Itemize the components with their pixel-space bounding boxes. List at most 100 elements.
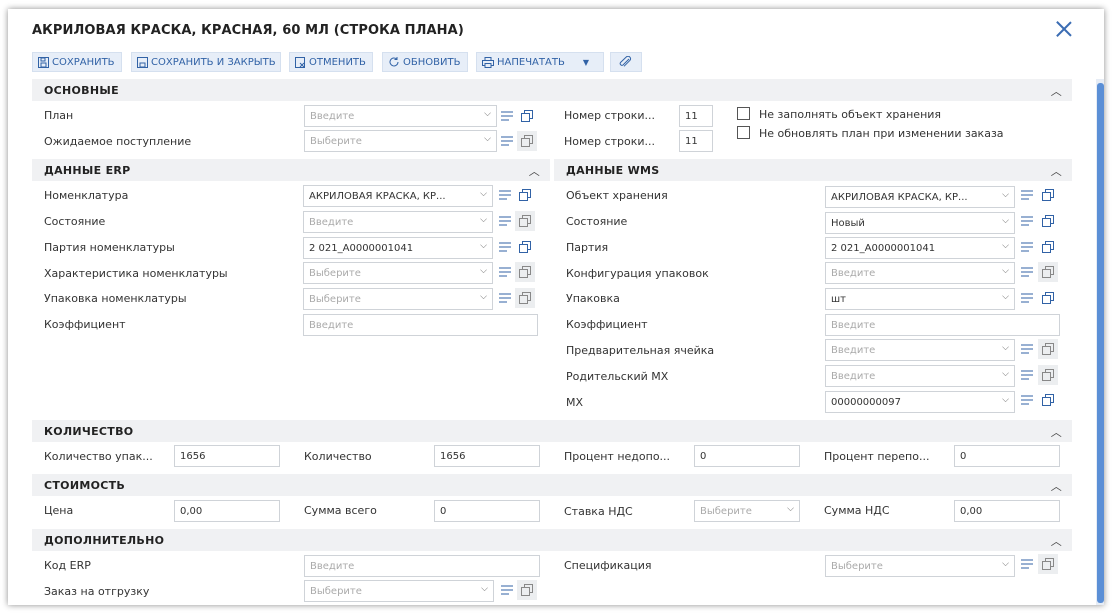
- no-update-plan-checkbox[interactable]: [737, 126, 750, 139]
- open-window-icon[interactable]: [515, 288, 535, 308]
- list-icon[interactable]: [1017, 288, 1037, 308]
- chevron-up-icon[interactable]: ︿: [1051, 424, 1062, 440]
- chevron-down-icon[interactable]: ▼: [583, 58, 589, 67]
- print-button[interactable]: НАПЕЧАТАТЬ ▼: [476, 52, 604, 72]
- save-close-button[interactable]: СОХРАНИТЬ И ЗАКРЫТЬ: [131, 52, 281, 72]
- over-percent-field[interactable]: 0: [954, 445, 1060, 467]
- line-number-field-1[interactable]: 11: [679, 105, 713, 127]
- chevron-down-icon[interactable]: ⌵: [481, 584, 488, 594]
- open-window-icon[interactable]: [1038, 288, 1058, 308]
- attach-button[interactable]: [610, 52, 642, 72]
- erp-char-field[interactable]: Выберите ⌵: [303, 262, 493, 284]
- list-icon[interactable]: [1017, 554, 1037, 574]
- order-field[interactable]: Выберите ⌵: [304, 580, 494, 602]
- chevron-down-icon[interactable]: ⌵: [1002, 559, 1009, 569]
- chevron-down-icon[interactable]: ⌵: [1002, 395, 1009, 405]
- chevron-down-icon[interactable]: ⌵: [1002, 369, 1009, 379]
- expected-field[interactable]: Выберите ⌵: [304, 130, 497, 152]
- chevron-down-icon[interactable]: ⌵: [787, 504, 794, 514]
- list-icon[interactable]: [1017, 365, 1037, 385]
- no-fill-storage-checkbox[interactable]: [737, 107, 750, 120]
- chevron-down-icon[interactable]: ⌵: [484, 109, 491, 119]
- chevron-up-icon[interactable]: ︿: [1051, 478, 1062, 494]
- wms-conf-field[interactable]: Введите ⌵: [825, 262, 1015, 284]
- chevron-down-icon[interactable]: ⌵: [480, 215, 487, 225]
- list-icon[interactable]: [497, 580, 517, 600]
- chevron-down-icon[interactable]: ⌵: [484, 134, 491, 144]
- chevron-down-icon[interactable]: ⌵: [1002, 292, 1009, 302]
- cancel-button[interactable]: ОТМЕНИТЬ: [289, 52, 373, 72]
- line-number-field-2[interactable]: 11: [679, 130, 713, 152]
- section-cost[interactable]: СТОИМОСТЬ ︿: [32, 474, 1072, 496]
- list-icon[interactable]: [1017, 237, 1037, 257]
- erp-state-field[interactable]: Введите ⌵: [303, 211, 493, 233]
- wms-state-field[interactable]: Новый ⌵: [825, 212, 1015, 234]
- qty-field[interactable]: 1656: [434, 445, 540, 467]
- vat-sum-field[interactable]: 0,00: [954, 500, 1060, 522]
- chevron-up-icon[interactable]: ︿: [1051, 83, 1062, 99]
- refresh-button[interactable]: ОБНОВИТЬ: [382, 52, 468, 72]
- erp-batch-field[interactable]: 2 021_A0000001041 ⌵: [303, 237, 493, 259]
- chevron-down-icon[interactable]: ⌵: [480, 266, 487, 276]
- open-window-icon[interactable]: [515, 185, 535, 205]
- total-sum-field[interactable]: 0: [434, 500, 540, 522]
- list-icon[interactable]: [1017, 262, 1037, 282]
- list-icon[interactable]: [495, 211, 515, 231]
- section-quantity[interactable]: КОЛИЧЕСТВО ︿: [32, 420, 1072, 442]
- vat-rate-select[interactable]: Выберите ⌵: [694, 500, 800, 522]
- chevron-down-icon[interactable]: ⌵: [1002, 343, 1009, 353]
- list-icon[interactable]: [497, 131, 517, 151]
- open-window-icon[interactable]: [517, 106, 537, 126]
- open-window-icon[interactable]: [1038, 554, 1058, 574]
- open-window-icon[interactable]: [515, 211, 535, 231]
- section-wms[interactable]: ДАННЫЕ WMS ︿: [554, 159, 1072, 181]
- list-icon[interactable]: [495, 237, 515, 257]
- erp-nom-field[interactable]: АКРИЛОВАЯ КРАСКА, КР... ⌵: [303, 185, 493, 207]
- chevron-up-icon[interactable]: ︿: [1051, 533, 1062, 549]
- chevron-up-icon[interactable]: ︿: [529, 163, 540, 179]
- chevron-down-icon[interactable]: ⌵: [1002, 266, 1009, 276]
- spec-field[interactable]: Выберите ⌵: [825, 555, 1015, 577]
- chevron-down-icon[interactable]: ⌵: [480, 241, 487, 251]
- save-button[interactable]: СОХРАНИТЬ: [32, 52, 122, 72]
- list-icon[interactable]: [495, 288, 515, 308]
- open-window-icon[interactable]: [515, 262, 535, 282]
- list-icon[interactable]: [495, 185, 515, 205]
- wms-parent-field[interactable]: Введите ⌵: [825, 365, 1015, 387]
- wms-mx-field[interactable]: 00000000097 ⌵: [825, 391, 1015, 413]
- plan-field[interactable]: Введите ⌵: [304, 105, 497, 127]
- open-window-icon[interactable]: [1038, 365, 1058, 385]
- chevron-down-icon[interactable]: ⌵: [1002, 241, 1009, 251]
- open-window-icon[interactable]: [515, 237, 535, 257]
- chevron-down-icon[interactable]: ⌵: [1002, 190, 1009, 200]
- chevron-up-icon[interactable]: ︿: [1051, 163, 1062, 179]
- scrollbar-thumb[interactable]: [1097, 83, 1104, 603]
- erp-code-field[interactable]: Введите: [304, 555, 540, 577]
- open-window-icon[interactable]: [1038, 339, 1058, 359]
- section-extra[interactable]: ДОПОЛНИТЕЛЬНО ︿: [32, 529, 1072, 551]
- list-icon[interactable]: [1017, 339, 1037, 359]
- list-icon[interactable]: [1017, 185, 1037, 205]
- open-window-icon[interactable]: [517, 580, 537, 600]
- list-icon[interactable]: [1017, 211, 1037, 231]
- open-window-icon[interactable]: [517, 131, 537, 151]
- section-erp[interactable]: ДАННЫЕ ERP ︿: [32, 159, 550, 181]
- chevron-down-icon[interactable]: ⌵: [480, 189, 487, 199]
- list-icon[interactable]: [495, 262, 515, 282]
- chevron-down-icon[interactable]: ⌵: [480, 292, 487, 302]
- close-icon[interactable]: [1056, 21, 1072, 37]
- erp-pack-field[interactable]: Выберите ⌵: [303, 288, 493, 310]
- chevron-down-icon[interactable]: ⌵: [1002, 216, 1009, 226]
- wms-coef-field[interactable]: Введите: [825, 314, 1060, 336]
- pack-qty-field[interactable]: 1656: [174, 445, 280, 467]
- list-icon[interactable]: [497, 106, 517, 126]
- wms-pack-field[interactable]: шт ⌵: [825, 288, 1015, 310]
- open-window-icon[interactable]: [1038, 237, 1058, 257]
- wms-batch-field[interactable]: 2 021_A0000001041 ⌵: [825, 237, 1015, 259]
- open-window-icon[interactable]: [1038, 185, 1058, 205]
- under-percent-field[interactable]: 0: [694, 445, 800, 467]
- wms-pre-field[interactable]: Введите ⌵: [825, 339, 1015, 361]
- list-icon[interactable]: [1017, 390, 1037, 410]
- price-field[interactable]: 0,00: [174, 500, 280, 522]
- open-window-icon[interactable]: [1038, 262, 1058, 282]
